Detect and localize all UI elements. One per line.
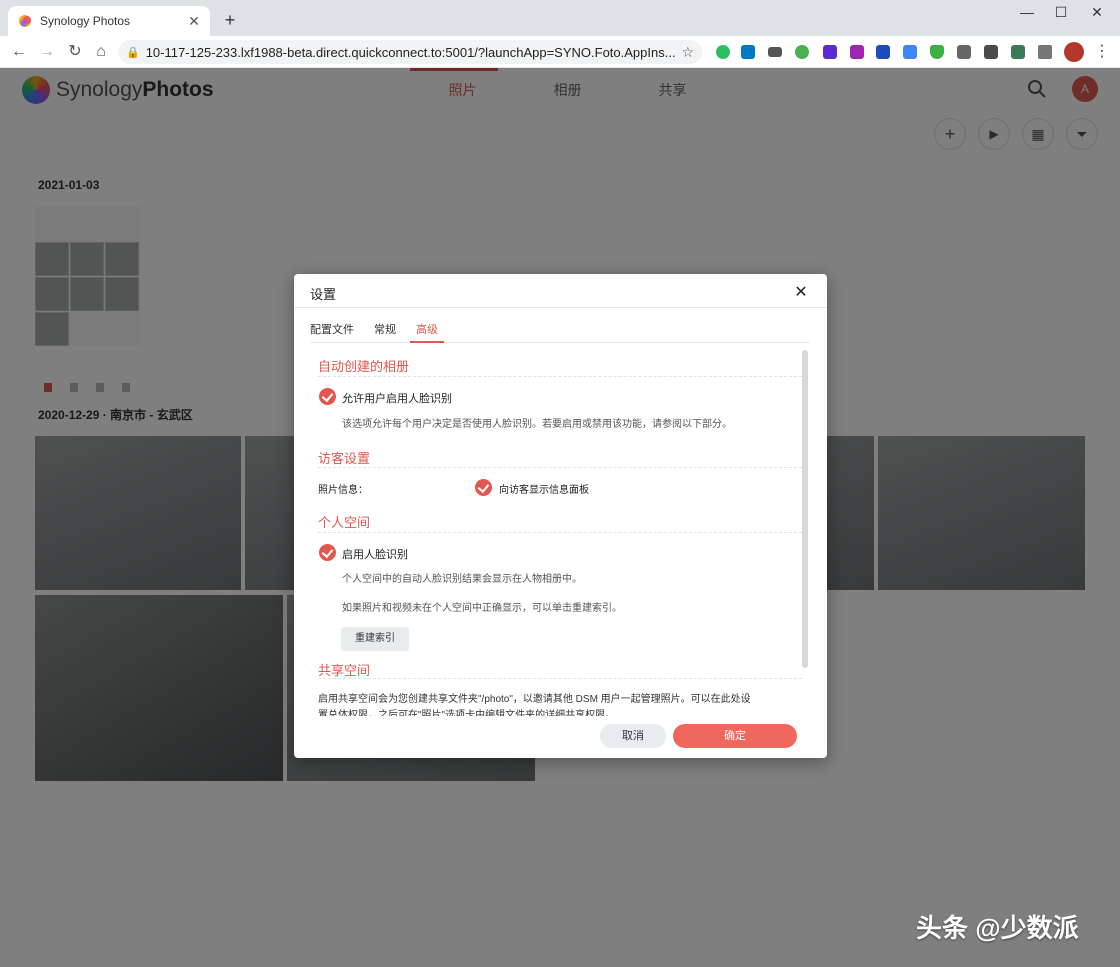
- bookmark-star-icon[interactable]: ☆: [681, 44, 694, 61]
- section-heading-personal: 个人空间: [318, 515, 371, 530]
- address-bar-url: 10-117-125-233.lxf1988-beta.direct.quick…: [145, 44, 676, 60]
- tab-advanced[interactable]: 高级: [410, 315, 444, 343]
- divider: [318, 467, 802, 468]
- trello-extension-icon[interactable]: [741, 45, 755, 59]
- checkbox-label: 向访客显示信息面板: [499, 485, 589, 496]
- description-text: 如果照片和视频未在个人空间中正确显示，可以单击重建索引。: [342, 603, 622, 614]
- profile-avatar[interactable]: [1064, 42, 1084, 62]
- rebuild-index-button[interactable]: 重建索引: [341, 627, 409, 651]
- rp-extension-icon[interactable]: [850, 45, 864, 59]
- close-tab-icon[interactable]: ✕: [186, 13, 202, 30]
- extension-badge-icon[interactable]: [823, 45, 837, 59]
- minimize-window-icon[interactable]: —: [1012, 4, 1042, 20]
- reload-icon[interactable]: ↻: [64, 41, 86, 63]
- chat-extension-icon[interactable]: [795, 45, 809, 59]
- shield-extension-icon[interactable]: [930, 45, 944, 59]
- synology-photos-favicon-icon: [19, 15, 31, 27]
- home-icon[interactable]: ⌂: [90, 41, 112, 63]
- dialog-content[interactable]: 自动创建的相册 允许用户启用人脸识别 该选项允许每个用户决定是否使用人脸识别。若…: [310, 350, 802, 716]
- watermark-text: 头条 @少数派: [916, 913, 1079, 943]
- cancel-button[interactable]: 取消: [600, 724, 666, 748]
- settings-dialog: 设置 ✕ 配置文件 常规 高级 自动创建的相册 允许用户启用人脸识别 该选项允许…: [294, 274, 827, 758]
- ok-button[interactable]: 确定: [673, 724, 797, 748]
- section-heading-shared: 共享空间: [318, 663, 371, 678]
- browser-menu-icon[interactable]: ⋮: [1094, 42, 1110, 62]
- lock-icon: 🔒: [126, 46, 140, 59]
- divider: [294, 307, 827, 308]
- puzzle-extensions-icon[interactable]: [1038, 45, 1052, 59]
- evernote-extension-icon[interactable]: [716, 45, 730, 59]
- description-text: 启用共享空间会为您创建共享文件夹"/photo"，以邀请其他 DSM 用户一起管…: [318, 694, 751, 705]
- new-tab-icon[interactable]: +: [220, 10, 240, 30]
- description-text: 置总体权限，之后可在"照片"选项卡中编辑文件夹的详细共享权限。: [318, 710, 616, 716]
- checkbox-label: 允许用户启用人脸识别: [342, 393, 452, 405]
- checkbox-label: 启用人脸识别: [342, 549, 408, 561]
- browser-tab[interactable]: Synology Photos ✕: [8, 6, 210, 36]
- back-arrow-icon[interactable]: ←: [8, 41, 30, 63]
- tab-general[interactable]: 常规: [374, 315, 396, 342]
- forward-arrow-icon[interactable]: →: [36, 41, 58, 63]
- checkbox-enable-face-recognition[interactable]: [319, 544, 336, 561]
- note-extension-icon[interactable]: [984, 45, 998, 59]
- divider: [318, 678, 802, 679]
- divider: [318, 376, 802, 377]
- photo-info-label: 照片信息：: [318, 485, 368, 496]
- close-icon[interactable]: ✕: [793, 282, 809, 302]
- screen-extension-icon[interactable]: [1011, 45, 1025, 59]
- close-window-icon[interactable]: ✕: [1082, 4, 1112, 20]
- mail-extension-icon[interactable]: [768, 47, 782, 57]
- settings-extension-icon[interactable]: [957, 45, 971, 59]
- checkbox-show-info-panel[interactable]: [475, 479, 492, 496]
- checkbox-allow-face-recognition[interactable]: [319, 388, 336, 405]
- section-heading-guest: 访客设置: [318, 451, 371, 466]
- browser-tab-title: Synology Photos: [40, 14, 131, 28]
- bookmark-extension-icon[interactable]: [876, 45, 890, 59]
- divider: [318, 532, 802, 533]
- section-heading-auto-album: 自动创建的相册: [318, 359, 410, 374]
- dialog-tabs: 配置文件 常规 高级: [310, 315, 810, 343]
- address-bar[interactable]: 🔒 10-117-125-233.lxf1988-beta.direct.qui…: [118, 40, 702, 64]
- maximize-window-icon[interactable]: ☐: [1046, 4, 1076, 20]
- scrollbar-thumb[interactable]: [802, 350, 808, 668]
- browser-tab-strip: Synology Photos ✕ + — ☐ ✕: [0, 0, 1120, 36]
- description-text: 个人空间中的自动人脸识别结果会显示在人物相册中。: [342, 574, 582, 585]
- tab-profile[interactable]: 配置文件: [310, 315, 354, 342]
- translate-extension-icon[interactable]: [903, 45, 917, 59]
- dialog-title: 设置: [310, 287, 337, 302]
- browser-toolbar: ← → ↻ ⌂ 🔒 10-117-125-233.lxf1988-beta.di…: [0, 36, 1120, 68]
- description-text: 该选项允许每个用户决定是否使用人脸识别。若要启用或禁用该功能，请参阅以下部分。: [342, 419, 732, 430]
